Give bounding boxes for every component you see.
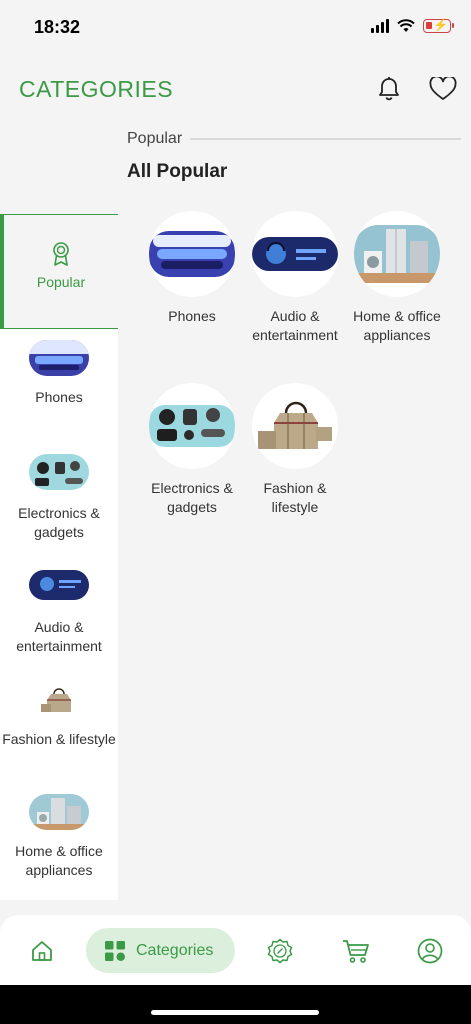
section-divider (190, 138, 461, 140)
sidebar-item-fashion[interactable]: Fashion & lifestyle (0, 680, 118, 780)
wishlist-button[interactable] (426, 72, 460, 106)
home-bar-area (0, 985, 471, 1024)
notifications-button[interactable] (372, 72, 406, 106)
nav-categories-label: Categories (136, 941, 214, 959)
section-heading: All Popular (127, 161, 228, 182)
battery-icon: ⚡ (423, 18, 454, 33)
signal-icon (371, 19, 389, 33)
status-icons: ⚡ (371, 18, 454, 33)
status-time: 18:32 (34, 17, 81, 37)
sidebar-item-label: Audio & entertainment (16, 619, 102, 654)
sidebar-item-electronics[interactable]: Electronics & gadgets (0, 454, 118, 564)
page-title: CATEGORIES (19, 76, 174, 102)
phones-thumb (29, 340, 89, 376)
fashion-image (252, 383, 338, 469)
electronics-thumb (29, 454, 89, 490)
appliances-image (354, 211, 440, 297)
audio-thumb (29, 570, 89, 600)
header: CATEGORIES (0, 64, 471, 114)
category-tile-phones[interactable]: Phones (140, 211, 244, 326)
category-label: Home & office appliances (353, 308, 441, 343)
discount-badge-icon (267, 938, 293, 964)
nav-deals[interactable] (266, 937, 294, 965)
nav-account[interactable] (416, 937, 444, 965)
phones-image (149, 211, 235, 297)
sidebar-item-home-office[interactable]: Home & office appliances (0, 794, 118, 900)
section-label: Popular (127, 130, 183, 147)
sidebar-item-label: Fashion & lifestyle (2, 731, 116, 747)
electronics-image (149, 383, 235, 469)
sidebar-item-label: Popular (36, 274, 86, 290)
user-icon (417, 938, 443, 964)
category-tile-electronics[interactable]: Electronics & gadgets (140, 383, 244, 517)
category-label: Electronics & gadgets (151, 480, 233, 515)
category-sidebar: Popular Phones Electronics & gadgets Aud… (0, 214, 118, 900)
cart-icon (343, 940, 369, 963)
category-label: Fashion & lifestyle (263, 480, 327, 515)
home-office-thumb (29, 794, 89, 830)
status-bar: 18:32 ⚡ (0, 0, 471, 56)
nav-cart[interactable] (341, 937, 371, 965)
audio-image (252, 211, 338, 297)
home-indicator[interactable] (151, 1010, 319, 1015)
sidebar-item-audio[interactable]: Audio & entertainment (0, 570, 118, 670)
bottom-navigation: Categories (0, 915, 471, 985)
sidebar-item-phones[interactable]: Phones (0, 340, 118, 440)
category-tile-audio[interactable]: Audio & entertainment (243, 211, 347, 345)
sidebar-item-label: Phones (35, 389, 83, 405)
grid-icon (105, 940, 125, 961)
bell-icon (379, 77, 399, 101)
nav-categories[interactable]: Categories (86, 928, 235, 973)
category-label: Phones (168, 308, 216, 324)
sidebar-item-popular[interactable]: Popular (0, 214, 118, 329)
category-tile-fashion[interactable]: Fashion & lifestyle (243, 383, 347, 517)
sidebar-item-label: Home & office appliances (15, 843, 103, 878)
nav-home[interactable] (28, 937, 56, 965)
home-icon (32, 941, 52, 961)
fashion-thumb (39, 680, 79, 716)
sidebar-item-label: Electronics & gadgets (18, 505, 100, 540)
category-label: Audio & entertainment (252, 308, 338, 343)
category-tile-home-office[interactable]: Home & office appliances (345, 211, 449, 345)
badge-icon (53, 242, 69, 266)
wifi-icon (397, 19, 415, 32)
heart-icon (429, 77, 457, 100)
